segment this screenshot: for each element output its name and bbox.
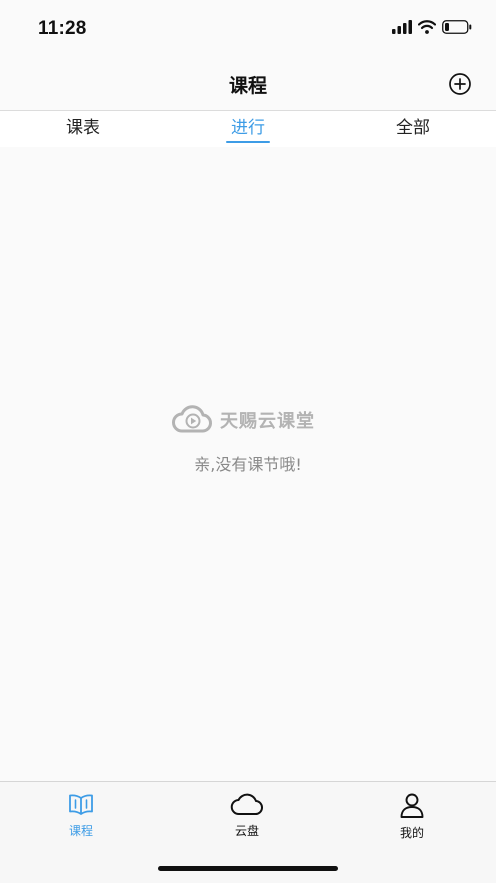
cloud-play-icon — [172, 405, 212, 433]
status-bar: 11:28 — [0, 0, 496, 60]
status-icons — [392, 20, 472, 34]
tabbar-item-cloud-drive[interactable]: 云盘 — [207, 792, 287, 839]
tabbar-item-courses[interactable]: 课程 — [41, 792, 121, 839]
wifi-icon — [418, 20, 436, 34]
tab-in-progress[interactable]: 进行 — [227, 113, 269, 138]
cloud-icon — [230, 793, 263, 816]
brand-name: 天赐云课堂 — [220, 411, 315, 432]
battery-icon — [442, 20, 472, 34]
active-tab-indicator — [226, 141, 270, 143]
brand-logo: 天赐云课堂 — [170, 405, 315, 435]
tabbar-item-me[interactable]: 我的 — [372, 792, 452, 841]
cellular-signal-icon — [392, 20, 412, 34]
status-time: 11:28 — [38, 18, 87, 39]
tab-schedule[interactable]: 课表 — [62, 113, 104, 138]
segment-tabs: 课表 进行 全部 — [0, 111, 496, 147]
tab-all[interactable]: 全部 — [392, 113, 434, 138]
tabbar-label-me: 我的 — [399, 826, 424, 840]
home-indicator[interactable] — [158, 866, 338, 871]
add-course-button[interactable] — [448, 72, 472, 96]
navigation-bar: 课程 — [0, 60, 496, 111]
course-list-area: 天赐云课堂 亲,没有课节哦! — [0, 147, 496, 781]
page-title: 课程 — [228, 75, 267, 97]
tabbar-label-courses: 课程 — [68, 824, 93, 838]
book-icon — [69, 794, 93, 815]
empty-state-message: 亲,没有课节哦! — [194, 455, 302, 474]
tabbar-label-cloud-drive: 云盘 — [234, 824, 259, 838]
person-icon — [400, 793, 424, 818]
